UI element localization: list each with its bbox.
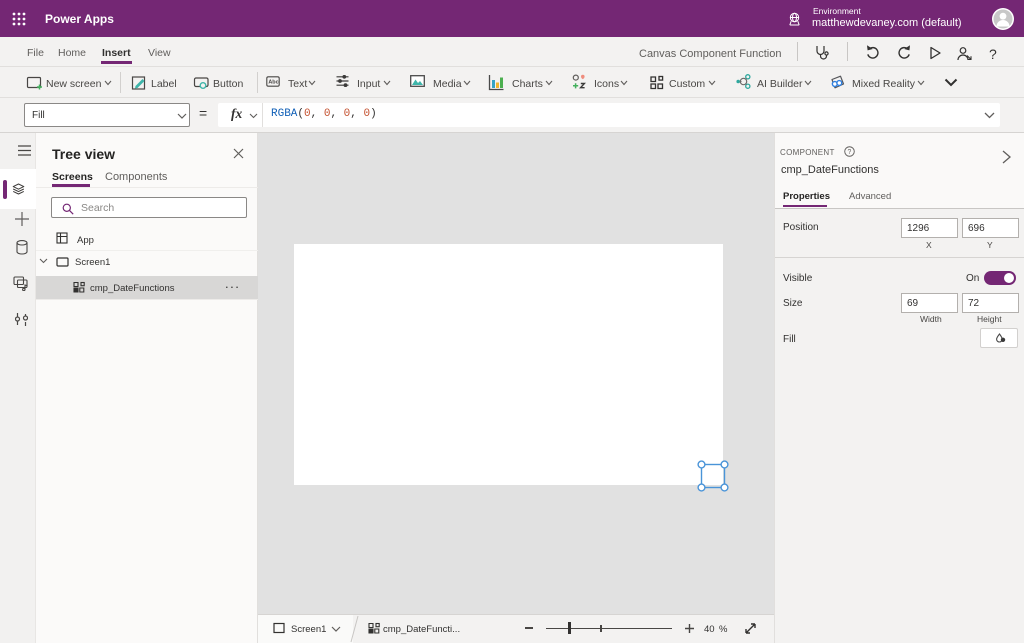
svg-text:?: ?	[847, 149, 851, 156]
svg-text:Abc: Abc	[268, 80, 278, 86]
